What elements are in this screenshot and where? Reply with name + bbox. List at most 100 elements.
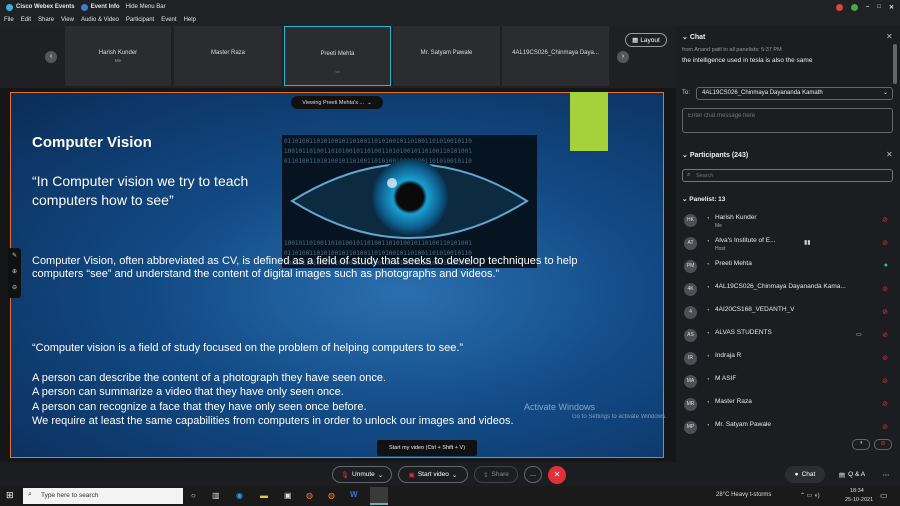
task-view-icon[interactable]: ○ bbox=[191, 491, 196, 500]
notification-center-icon[interactable]: ▭ bbox=[880, 491, 888, 500]
mic-muted-icon[interactable]: ⊘ bbox=[882, 239, 888, 247]
video-tile[interactable]: Harish Kunder Me bbox=[65, 26, 171, 86]
zoom-in-icon[interactable]: ⊕ bbox=[8, 264, 21, 280]
menu-share[interactable]: Share bbox=[38, 17, 54, 23]
viewing-indicator[interactable]: Viewing Preeti Mehta's ... ⌄ bbox=[291, 96, 383, 109]
participant-row[interactable]: 4 ◔ 4AI20CS168_VEDANTH_V ⊘ bbox=[684, 304, 892, 326]
mic-muted-icon[interactable]: ⊘ bbox=[882, 331, 888, 339]
mic-muted-icon[interactable]: ⊘ bbox=[882, 377, 888, 385]
chat-header[interactable]: ⌄ Chat bbox=[682, 33, 705, 41]
chat-button[interactable]: ● Chat bbox=[785, 466, 825, 483]
more-options-button[interactable]: … bbox=[524, 466, 542, 483]
widgets-icon[interactable]: ▥ bbox=[212, 491, 220, 500]
notification-icon[interactable] bbox=[836, 3, 843, 11]
menu-file[interactable]: File bbox=[4, 17, 14, 23]
video-tile[interactable]: 4AL19CS026_Chinmaya Daya... bbox=[502, 26, 609, 86]
unmute-all-button[interactable]: ⊘ bbox=[874, 439, 892, 450]
participant-row[interactable]: MR ◔ Master Raza ⊘ bbox=[684, 396, 892, 418]
annotate-icon[interactable]: ✎ bbox=[8, 248, 21, 264]
mic-muted-icon: 🎙 bbox=[340, 471, 350, 479]
chat-message-input[interactable] bbox=[682, 108, 893, 133]
participant-search[interactable]: ⌕ bbox=[682, 169, 893, 182]
share-button[interactable]: ⇪ Share bbox=[474, 466, 518, 483]
store-icon[interactable]: ▣ bbox=[284, 491, 292, 500]
tray-icons[interactable]: ⌃ ▭ ◖) bbox=[800, 492, 820, 499]
slide-accent-block bbox=[570, 92, 608, 151]
taskbar-search-box[interactable]: ⌕ Type here to search bbox=[23, 488, 183, 504]
more-panel-options[interactable]: ⋯ bbox=[878, 466, 894, 483]
hide-menu-bar-button[interactable]: Hide Menu Bar bbox=[126, 4, 166, 10]
edge-icon[interactable]: ◉ bbox=[236, 491, 243, 500]
windows-start-icon[interactable]: ⊞ bbox=[6, 490, 14, 501]
menu-bar: File Edit Share View Audio & Video Parti… bbox=[0, 14, 900, 26]
avatar: AS bbox=[684, 329, 697, 342]
participants-header[interactable]: ⌄ Participants (243) bbox=[682, 151, 748, 159]
start-video-button[interactable]: ▣ Start video ⌄ bbox=[398, 466, 468, 483]
mic-muted-icon[interactable]: ⊘ bbox=[882, 308, 888, 316]
video-tile-active[interactable]: Preeti Mehta ▭ bbox=[284, 26, 391, 86]
mic-muted-icon[interactable]: ⊘ bbox=[882, 423, 888, 431]
participant-search-input[interactable] bbox=[696, 171, 886, 180]
clock-time[interactable]: 18:34 bbox=[850, 488, 864, 494]
mic-icon: ◔ bbox=[706, 216, 710, 222]
webex-taskbar-icon[interactable] bbox=[370, 487, 388, 505]
activate-windows-sub: Go to Settings to activate Windows. bbox=[572, 414, 667, 420]
avatar: MR bbox=[684, 398, 697, 411]
weather-widget[interactable]: 28°C Heavy t-storms bbox=[716, 492, 771, 498]
video-tile[interactable]: Mr. Satyam Pawale bbox=[393, 26, 500, 86]
minimize-icon[interactable]: – bbox=[866, 4, 869, 10]
chrome-icon[interactable]: ◍ bbox=[328, 491, 335, 500]
activate-windows-watermark: Activate Windows bbox=[524, 402, 596, 412]
layout-button[interactable]: ▦ Layout bbox=[625, 33, 667, 47]
menu-view[interactable]: View bbox=[61, 17, 74, 23]
event-info-button[interactable]: Event Info bbox=[80, 3, 120, 11]
close-participants-icon[interactable]: ✕ bbox=[886, 150, 893, 159]
qa-button[interactable]: ▤ Q & A bbox=[832, 466, 872, 483]
mic-active-icon[interactable]: ● bbox=[884, 262, 888, 269]
strip-next-button[interactable]: › bbox=[617, 51, 629, 63]
slide-paragraph-1: Computer Vision, often abbreviated as CV… bbox=[32, 255, 578, 280]
mic-muted-icon[interactable]: ⊘ bbox=[882, 400, 888, 408]
participant-row[interactable]: IR ◔ Indraja R ⊘ bbox=[684, 350, 892, 372]
participant-row[interactable]: PM ◔ Preeti Mehta ● bbox=[684, 258, 892, 280]
panelist-group-header[interactable]: ⌄ Panelist: 13 bbox=[682, 195, 725, 203]
info-icon bbox=[80, 3, 88, 11]
close-window-icon[interactable]: ✕ bbox=[889, 4, 894, 11]
participant-row[interactable]: AS ◔ ALVAS STUDENTS ▭ ⊘ bbox=[684, 327, 892, 349]
file-explorer-icon[interactable]: ▬ bbox=[260, 491, 268, 500]
chat-scrollbar[interactable] bbox=[893, 44, 897, 84]
video-tile[interactable]: Master Raza bbox=[174, 26, 282, 86]
strip-prev-button[interactable]: ‹ bbox=[45, 51, 57, 63]
mic-muted-icon[interactable]: ⊘ bbox=[882, 216, 888, 224]
chat-recipient-select[interactable]: 4AL19CS026_Chinmaya Dayananda Kamath ⌄ bbox=[696, 87, 893, 100]
avatar: 4 bbox=[684, 306, 697, 319]
menu-help[interactable]: Help bbox=[184, 17, 196, 23]
mic-muted-icon[interactable]: ⊘ bbox=[882, 354, 888, 362]
end-meeting-button[interactable]: ✕ bbox=[548, 466, 566, 484]
clock-date[interactable]: 25-10-2021 bbox=[845, 497, 873, 503]
participant-row[interactable]: 4K ◔ 4AL19CS026_Chinmaya Dayananda Kama...… bbox=[684, 281, 892, 303]
slide-line-2: A person can summarize a video that they… bbox=[32, 386, 344, 398]
menu-edit[interactable]: Edit bbox=[21, 17, 31, 23]
participant-row[interactable]: AT ◔ Alva's Institute of E... Host ▮▮ ⊘ bbox=[684, 235, 892, 257]
unmute-button[interactable]: 🎙 Unmute ⌄ bbox=[332, 466, 392, 483]
app-title: Cisco Webex Events bbox=[6, 3, 75, 11]
status-icon[interactable] bbox=[851, 3, 858, 11]
participant-row[interactable]: HK ◔ Harish Kunder Me ⊘ bbox=[684, 212, 892, 234]
menu-event[interactable]: Event bbox=[161, 17, 176, 23]
chat-to-label: To: bbox=[682, 90, 691, 96]
zoom-out-icon[interactable]: ⊖ bbox=[8, 280, 21, 296]
screen-share-icon: ▭ bbox=[335, 69, 340, 74]
menu-audio-video[interactable]: Audio & Video bbox=[81, 17, 119, 23]
close-chat-icon[interactable]: ✕ bbox=[886, 32, 893, 41]
maximize-icon[interactable]: □ bbox=[877, 4, 881, 10]
word-icon[interactable]: W bbox=[350, 490, 358, 499]
menu-participant[interactable]: Participant bbox=[126, 17, 154, 23]
chrome-icon[interactable]: ◍ bbox=[306, 491, 313, 500]
participant-row[interactable]: MP ◔ Mr. Satyam Pawale ⊘ bbox=[684, 419, 892, 441]
avatar: PM bbox=[684, 260, 697, 273]
mute-all-button[interactable]: ◖ bbox=[852, 439, 870, 450]
title-bar: Cisco Webex Events Event Info Hide Menu … bbox=[0, 0, 900, 14]
participant-row[interactable]: MA ◔ M ASIF ⊘ bbox=[684, 373, 892, 395]
mic-muted-icon[interactable]: ⊘ bbox=[882, 285, 888, 293]
